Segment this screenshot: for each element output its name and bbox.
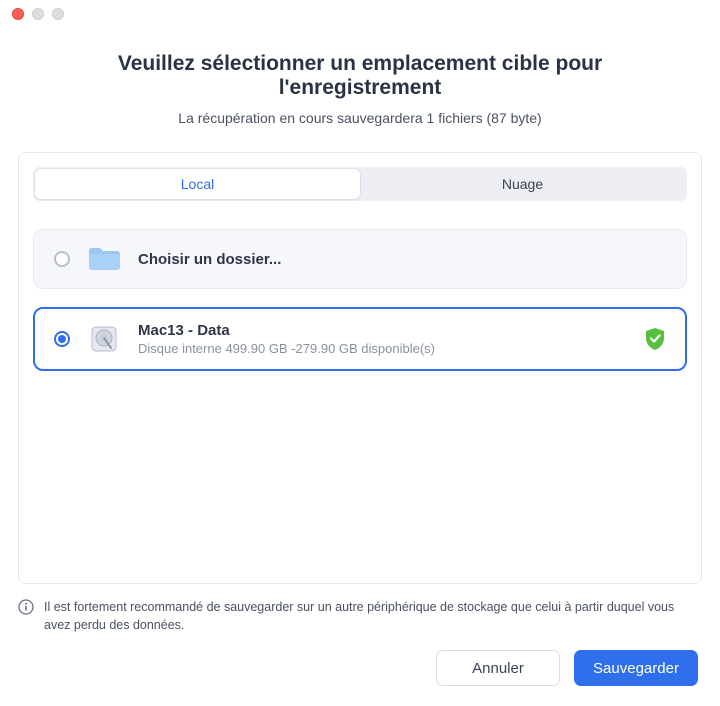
tab-local[interactable]: Local [35,169,360,199]
save-button-label: Sauvegarder [593,660,679,677]
info-icon [18,599,34,615]
save-button[interactable]: Sauvegarder [574,650,698,686]
hard-drive-icon [86,324,122,354]
location-segmented-control: Local Nuage [33,167,687,201]
destination-option-list: Choisir un dossier... Mac13 - Data Disqu… [33,229,687,371]
option-disk-subtitle: Disque interne 499.90 GB -279.90 GB disp… [138,341,628,356]
tab-local-label: Local [181,176,214,192]
option-choose-folder[interactable]: Choisir un dossier... [33,229,687,289]
info-message: Il est fortement recommandé de sauvegard… [18,598,702,634]
window-titlebar [0,0,720,28]
tab-cloud[interactable]: Nuage [360,169,685,199]
info-text: Il est fortement recommandé de sauvegard… [44,598,702,634]
option-choose-folder-title: Choisir un dossier... [138,251,666,268]
panel-spacer [33,389,687,569]
dialog-header: Veuillez sélectionner un emplacement cib… [0,28,720,134]
tab-cloud-label: Nuage [502,176,543,192]
option-disk-title: Mac13 - Data [138,322,628,339]
radio-choose-folder[interactable] [54,251,70,267]
radio-disk[interactable] [54,331,70,347]
shield-check-icon [644,327,666,351]
dialog-title: Veuillez sélectionner un emplacement cib… [40,52,680,100]
window-close-button[interactable] [12,8,24,20]
destination-panel: Local Nuage Choisir un dossier... [18,152,702,584]
dialog-footer: Annuler Sauvegarder [0,634,720,706]
cancel-button[interactable]: Annuler [436,650,560,686]
folder-icon [86,244,122,274]
window-zoom-button[interactable] [52,8,64,20]
option-disk[interactable]: Mac13 - Data Disque interne 499.90 GB -2… [33,307,687,371]
dialog-subtitle: La récupération en cours sauvegardera 1 … [40,110,680,126]
cancel-button-label: Annuler [472,660,524,677]
window-minimize-button[interactable] [32,8,44,20]
